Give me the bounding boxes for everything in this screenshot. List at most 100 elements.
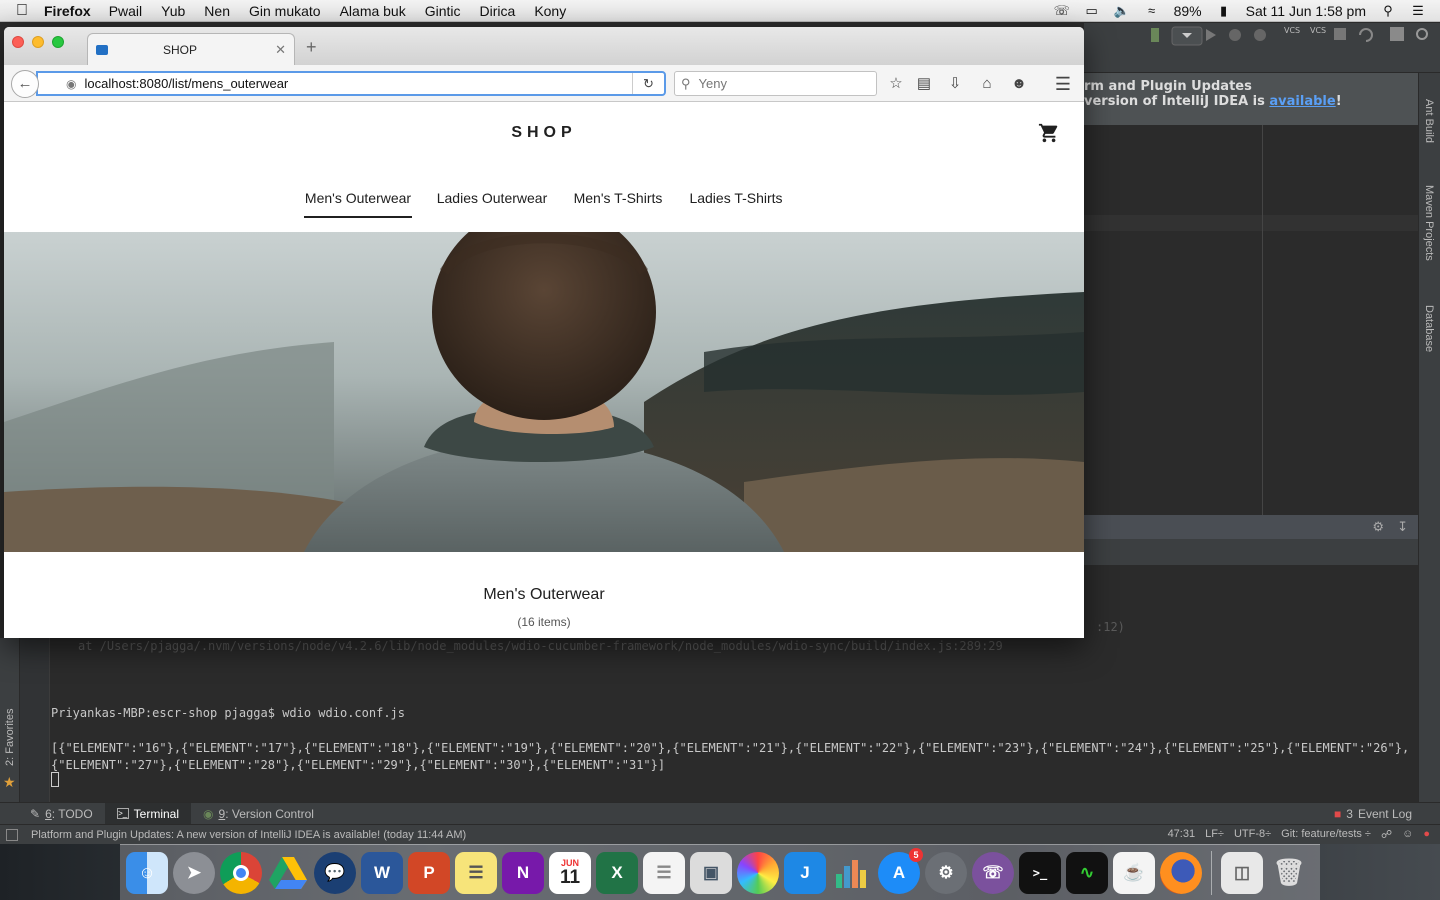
jira-icon[interactable]: J <box>784 851 826 894</box>
java-icon[interactable]: ☕ <box>1113 851 1155 894</box>
menu-item-2[interactable]: Yub <box>161 3 185 19</box>
notification-available-link[interactable]: available <box>1269 94 1335 109</box>
browser-tab-shop[interactable]: SHOP ✕ <box>87 33 295 65</box>
airplay-icon[interactable]: ▭ <box>1084 3 1100 18</box>
menu-item-8[interactable]: Kony <box>534 3 566 19</box>
volume-icon[interactable]: 🔈 <box>1114 3 1130 18</box>
hello-chat-icon[interactable]: ☻ <box>1008 73 1030 95</box>
clock[interactable]: Sat 11 Jun 1:58 pm <box>1246 3 1366 19</box>
trash-icon[interactable]: 🗑 <box>1268 852 1310 894</box>
favorites-tab[interactable]: 2: Favorites <box>4 709 16 766</box>
viber-status-icon[interactable]: ☏ <box>1054 3 1070 18</box>
tab-mens-outerwear[interactable]: Men's Outerwear <box>304 180 412 218</box>
firefox-dock-icon[interactable] <box>1160 851 1202 894</box>
open-menu-icon[interactable]: ☰ <box>1052 73 1074 95</box>
menu-item-3[interactable]: Nen <box>204 3 230 19</box>
spotlight-search-icon[interactable]: ⚲ <box>1380 3 1396 18</box>
menu-item-4[interactable]: Gin mukato <box>249 3 321 19</box>
menu-item-7[interactable]: Dirica <box>480 3 516 19</box>
lock-icon[interactable]: ☍ <box>1381 828 1392 841</box>
ide-status-bar: Platform and Plugin Updates: A new versi… <box>0 824 1440 844</box>
bookmark-star-icon[interactable]: ☆ <box>885 73 907 95</box>
toolwindow-toggle-icon[interactable] <box>6 828 18 841</box>
word-icon[interactable]: W <box>361 851 403 894</box>
editor-current-line <box>1084 215 1418 231</box>
excel-icon[interactable]: X <box>596 851 638 894</box>
minimize-window-button[interactable] <box>32 36 44 48</box>
url-text[interactable]: localhost:8080/list/mens_outerwear <box>84 76 288 91</box>
google-drive-icon[interactable] <box>267 852 309 894</box>
powerpoint-icon[interactable]: P <box>408 851 450 894</box>
update-notification[interactable]: rm and Plugin Updates version of Intelli… <box>1084 73 1418 125</box>
vcs-label: Version Control <box>231 806 314 821</box>
zoom-window-button[interactable] <box>52 36 64 48</box>
close-tab-icon[interactable]: ✕ <box>275 42 286 58</box>
file-encoding[interactable]: UTF-8÷ <box>1234 828 1271 841</box>
app-name-menu[interactable]: Firefox <box>44 3 91 19</box>
calendar-icon[interactable]: JUN 11 <box>549 851 591 894</box>
site-identity-icon[interactable]: ◉ <box>66 77 76 91</box>
finder-icon[interactable]: ☺ <box>126 851 168 894</box>
chrome-icon[interactable] <box>220 851 262 894</box>
search-bar[interactable]: ⚲ Yeny <box>674 71 877 96</box>
database-tab[interactable]: Database <box>1423 305 1435 352</box>
activity-monitor-icon[interactable]: ∿ <box>1066 851 1108 894</box>
url-bar[interactable]: ◉ localhost:8080/list/mens_outerwear ↻ <box>36 71 666 96</box>
ide-toolbar-icons[interactable]: VCS VCS <box>1084 23 1440 73</box>
notification-text: version of IntelliJ IDEA is <box>1084 94 1270 109</box>
photos-icon[interactable] <box>737 851 779 894</box>
settings-gear-icon[interactable]: ⚙ <box>1372 519 1384 535</box>
wifi-icon[interactable]: ≈ <box>1144 3 1160 18</box>
hide-panel-icon[interactable]: ↧ <box>1397 519 1408 535</box>
status-message[interactable]: Platform and Plugin Updates: A new versi… <box>31 829 466 841</box>
maven-projects-tab[interactable]: Maven Projects <box>1423 185 1435 261</box>
preview-icon[interactable]: ▣ <box>690 851 732 894</box>
launchpad-icon[interactable]: ➤ <box>173 851 215 894</box>
event-log-tool-button[interactable]: ■ 3 Event Log <box>1322 803 1424 825</box>
battery-icon[interactable]: ▮ <box>1216 3 1232 18</box>
documents-stack-icon[interactable]: ◫ <box>1221 851 1263 894</box>
back-button[interactable]: ← <box>11 70 39 98</box>
viber-icon[interactable]: ☏ <box>972 851 1014 894</box>
line-separator[interactable]: LF÷ <box>1205 828 1224 841</box>
event-log-icon: ■ <box>1334 806 1342 821</box>
app-store-icon[interactable]: A5 <box>878 847 923 894</box>
system-preferences-icon[interactable]: ⚙ <box>925 851 967 894</box>
new-tab-button[interactable]: + <box>306 37 317 58</box>
battery-percent[interactable]: 89% <box>1174 3 1202 19</box>
tab-ladies-tshirts[interactable]: Ladies T-Shirts <box>664 180 808 218</box>
home-icon[interactable]: ⌂ <box>976 73 998 95</box>
terminal-app-icon[interactable]: >_ <box>1019 851 1061 894</box>
shop-logo-title[interactable]: SHOP <box>4 124 1084 142</box>
notes-icon[interactable]: ☰ <box>455 851 497 894</box>
notification-center-icon[interactable]: ☰ <box>1410 3 1426 18</box>
shopping-cart-icon[interactable] <box>1038 122 1058 143</box>
hector-icon[interactable]: ☺ <box>1402 828 1413 841</box>
menu-item-6[interactable]: Gintic <box>425 3 461 19</box>
tab-ladies-outerwear[interactable]: Ladies Outerwear <box>412 180 572 218</box>
reload-icon[interactable]: ↻ <box>632 73 664 94</box>
numbers-icon[interactable] <box>831 852 873 894</box>
caret-position[interactable]: 47:31 <box>1168 828 1196 841</box>
todo-icon: ✎ <box>30 806 41 821</box>
tab-mens-tshirts[interactable]: Men's T-Shirts <box>572 180 664 218</box>
reading-list-icon[interactable]: ▤ <box>913 73 935 95</box>
terminal-tool-button[interactable]: >_ Terminal <box>104 802 192 825</box>
apple-menu-icon[interactable]:  <box>0 2 44 20</box>
menu-item-1[interactable]: Pwail <box>109 3 142 19</box>
error-indicator-icon[interactable]: ● <box>1423 828 1430 841</box>
menu-item-5[interactable]: Alama buk <box>340 3 406 19</box>
chat-app-icon[interactable]: 💬 <box>314 851 356 894</box>
ant-build-tab[interactable]: Ant Build <box>1423 99 1435 143</box>
onenote-icon[interactable]: N <box>502 851 544 894</box>
version-control-tool-button[interactable]: ◉ 9: Version Control <box>191 803 326 825</box>
ide-editor[interactable] <box>1084 125 1418 515</box>
close-window-button[interactable] <box>12 36 24 48</box>
downloads-icon[interactable]: ⇩ <box>944 73 966 95</box>
vcs-number: 9 <box>218 806 226 821</box>
git-branch[interactable]: Git: feature/tests ÷ <box>1281 828 1371 841</box>
svg-text:VCS: VCS <box>1284 26 1300 35</box>
reminders-icon[interactable]: ☰ <box>643 851 685 894</box>
favorites-star-icon[interactable]: ★ <box>3 774 16 791</box>
todo-tool-button[interactable]: ✎ 6: TODO <box>18 803 105 825</box>
